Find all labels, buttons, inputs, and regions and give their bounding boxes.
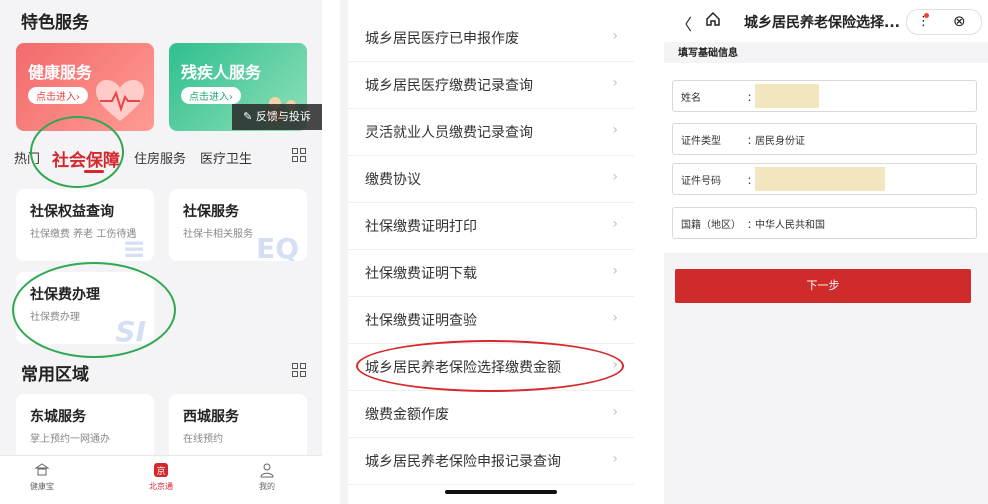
temple-icon [34, 463, 50, 476]
highlight-circle [30, 116, 124, 188]
social-security-list-panel: 城乡居民医疗已申报作废 › 城乡居民医疗缴费记录查询 › 灵活就业人员缴费记录查询 ›… [340, 0, 634, 504]
redacted-value [755, 84, 819, 108]
next-step-button[interactable]: 下一步 [675, 269, 971, 303]
social-service-subtitle: 社保卡相关服务 [183, 229, 253, 240]
field-label: 证件号码 [681, 176, 721, 187]
list-item-label: 城乡居民医疗已申报作废 [365, 31, 519, 47]
highlight-circle [12, 262, 176, 358]
nationality-field[interactable]: 国籍（地区） ： 中华人民共和国 [672, 207, 977, 239]
list-item-label: 社保缴费证明打印 [365, 219, 477, 235]
notification-dot [924, 13, 929, 18]
svg-text:京: 京 [156, 465, 165, 477]
bottom-navigation: 健康宝 京 北京通 我的 [0, 455, 322, 504]
chevron-right-icon: › [612, 75, 618, 91]
field-value: 居民身份证 [755, 136, 805, 147]
chevron-right-icon: › [612, 263, 618, 279]
list-item-label: 社保缴费证明查验 [365, 313, 477, 329]
chevron-right-icon: › [612, 310, 618, 326]
nav-label: 健康宝 [30, 482, 54, 491]
chevron-right-icon: › [612, 122, 618, 138]
list-item[interactable]: 社保缴费证明打印 › [348, 202, 634, 250]
chevron-right-icon: › [612, 404, 618, 420]
field-value: 中华人民共和国 [755, 220, 825, 231]
list-item[interactable]: 灵活就业人员缴费记录查询 › [348, 108, 634, 156]
highlight-ellipse [356, 340, 624, 392]
document-deco-icon: ≡ [122, 232, 146, 261]
field-label: 姓名 [681, 93, 701, 104]
list-item[interactable]: 社保缴费证明下载 › [348, 249, 634, 297]
id-number-field[interactable]: 证件号码 ： [672, 163, 977, 195]
chevron-right-icon: › [612, 216, 618, 232]
chevron-right-icon: › [612, 169, 618, 185]
xicheng-service-subtitle: 在线预约 [183, 434, 223, 445]
home-icon[interactable] [704, 10, 722, 28]
feedback-label: 反馈与投诉 [255, 110, 311, 123]
mini-program-capsule: ⋮ ⊗ [906, 9, 982, 35]
home-indicator [445, 490, 557, 494]
service-list: 城乡居民医疗已申报作废 › 城乡居民医疗缴费记录查询 › 灵活就业人员缴费记录查询 ›… [348, 0, 634, 504]
social-rights-query-card[interactable]: 社保权益查询 社保缴费 养老 工伤待遇 ≡ [16, 189, 154, 261]
health-service-title: 健康服务 [28, 63, 93, 82]
nav-item-beijing-tong[interactable]: 京 北京通 [131, 462, 191, 492]
basic-info-form: 姓名 ： 证件类型 ： 居民身份证 证件号码 ： 国籍（地区） ： 中华人民共和… [664, 63, 988, 253]
beijing-logo-icon: 京 [154, 463, 168, 477]
pension-form-panel: 〈 城乡居民养老保险选择... ⋮ ⊗ 填写基础信息 姓名 ： 证件类型 ： 居… [664, 0, 988, 504]
list-item[interactable]: 城乡居民医疗已申报作废 › [348, 14, 634, 62]
disabled-persons-service-title: 残疾人服务 [181, 63, 262, 82]
person-icon [260, 463, 274, 478]
list-item[interactable]: 城乡居民养老保险申报记录查询 › [348, 437, 634, 485]
chevron-right-icon: › [612, 451, 618, 467]
list-item-label: 灵活就业人员缴费记录查询 [365, 125, 533, 141]
edit-icon: ✎ [243, 110, 256, 123]
field-label: 国籍（地区） [681, 220, 741, 231]
name-field[interactable]: 姓名 ： [672, 80, 977, 112]
health-service-enter-button[interactable]: 点击进入› [28, 87, 88, 104]
tab-medical[interactable]: 医疗卫生 [200, 148, 252, 167]
heart-pulse-icon [96, 80, 144, 121]
list-item-label: 社保缴费证明下载 [365, 266, 477, 282]
navigation-bar: 〈 城乡居民养老保险选择... ⋮ ⊗ [664, 0, 988, 42]
page-title: 城乡居民养老保险选择... [744, 15, 900, 31]
back-arrow-icon[interactable]: 〈 [676, 11, 692, 35]
social-service-title: 社保服务 [183, 204, 239, 220]
nav-item-health-code[interactable]: 健康宝 [12, 462, 72, 492]
featured-services-title: 特色服务 [21, 13, 89, 33]
list-item-label: 缴费协议 [365, 172, 421, 188]
dongcheng-service-title: 东城服务 [30, 409, 86, 425]
list-item[interactable]: 缴费协议 › [348, 155, 634, 203]
nav-item-mine[interactable]: 我的 [237, 462, 297, 492]
list-item[interactable]: 缴费金额作废 › [348, 390, 634, 438]
grid-menu-icon[interactable] [292, 148, 306, 162]
xicheng-service-title: 西城服务 [183, 409, 239, 425]
list-item-label: 缴费金额作废 [365, 407, 449, 423]
dongcheng-service-subtitle: 掌上预约一网通办 [30, 434, 110, 445]
nav-label: 北京通 [149, 482, 173, 491]
tab-housing[interactable]: 住房服务 [134, 148, 186, 167]
grid-menu-icon[interactable] [292, 363, 306, 377]
list-item[interactable]: 城乡居民医疗缴费记录查询 › [348, 61, 634, 109]
social-rights-query-title: 社保权益查询 [30, 204, 114, 220]
chevron-right-icon: › [612, 28, 618, 44]
eq-deco-icon: EQ [256, 232, 299, 261]
social-service-card[interactable]: 社保服务 社保卡相关服务 EQ [169, 189, 307, 261]
id-type-field[interactable]: 证件类型 ： 居民身份证 [672, 123, 977, 155]
redacted-value [755, 167, 885, 191]
common-regions-title: 常用区域 [21, 365, 89, 385]
disabled-persons-enter-button[interactable]: 点击进入› [181, 87, 241, 104]
list-item[interactable]: 社保缴费证明查验 › [348, 296, 634, 344]
close-icon[interactable]: ⊗ [953, 12, 966, 30]
feedback-complaint-button[interactable]: ✎ 反馈与投诉 [232, 104, 322, 130]
list-item-label: 城乡居民养老保险申报记录查询 [365, 454, 561, 470]
social-rights-query-subtitle: 社保缴费 养老 工伤待遇 [30, 229, 137, 240]
list-item-label: 城乡居民医疗缴费记录查询 [365, 78, 533, 94]
field-label: 证件类型 [681, 136, 721, 147]
nav-label: 我的 [259, 482, 275, 491]
home-services-panel: 特色服务 健康服务 点击进入› 残疾人服务 点击进入› ✎ 反馈与投诉 热门 社… [0, 0, 322, 504]
section-label: 填写基础信息 [678, 48, 738, 59]
